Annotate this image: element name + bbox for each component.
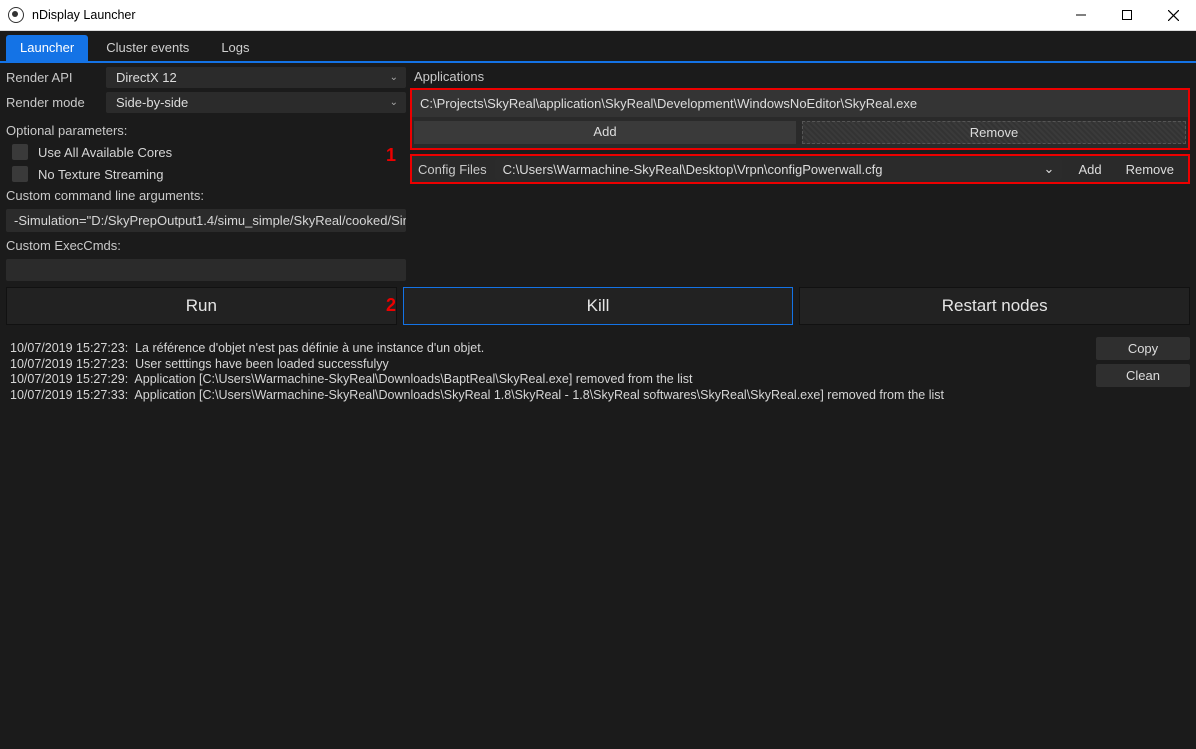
window-title: nDisplay Launcher bbox=[32, 8, 136, 22]
use-all-cores-label: Use All Available Cores bbox=[38, 145, 172, 160]
tab-strip: Launcher Cluster events Logs bbox=[0, 31, 1196, 63]
custom-cmd-input[interactable]: -Simulation="D:/SkyPrepOutput1.4/simu_si… bbox=[6, 209, 406, 232]
annotation-one: 1 bbox=[386, 145, 396, 166]
config-files-value: C:\Users\Warmachine-SkyReal\Desktop\Vrpn… bbox=[503, 162, 883, 177]
custom-exec-input[interactable] bbox=[6, 259, 406, 281]
run-button[interactable]: Run bbox=[6, 287, 397, 325]
no-texture-streaming-label: No Texture Streaming bbox=[38, 167, 164, 182]
tab-logs[interactable]: Logs bbox=[207, 35, 263, 61]
applications-box: C:\Projects\SkyReal\application\SkyReal\… bbox=[410, 88, 1190, 150]
config-files-label: Config Files bbox=[418, 162, 487, 177]
render-api-value: DirectX 12 bbox=[116, 70, 177, 85]
log-copy-button[interactable]: Copy bbox=[1096, 337, 1190, 360]
log-buttons: Copy Clean bbox=[1096, 337, 1190, 743]
window-controls bbox=[1058, 0, 1196, 30]
app-body: Launcher Cluster events Logs Render API … bbox=[0, 31, 1196, 749]
main-area: Render API DirectX 12 ⌄ Render mode Side… bbox=[0, 63, 1196, 281]
restart-nodes-button[interactable]: Restart nodes bbox=[799, 287, 1190, 325]
action-buttons: Run Kill Restart nodes bbox=[0, 281, 1196, 331]
applications-panel: Applications 1 C:\Projects\SkyReal\appli… bbox=[410, 67, 1190, 281]
render-api-select[interactable]: DirectX 12 ⌄ bbox=[106, 67, 406, 88]
chevron-down-icon: ⌄ bbox=[1044, 161, 1055, 177]
maximize-button[interactable] bbox=[1104, 0, 1150, 30]
applications-buttons: Add Remove bbox=[412, 117, 1188, 148]
applications-remove-button[interactable]: Remove bbox=[802, 121, 1186, 144]
log-clean-button[interactable]: Clean bbox=[1096, 364, 1190, 387]
custom-exec-label: Custom ExecCmds: bbox=[6, 238, 406, 253]
applications-add-button[interactable]: Add bbox=[414, 121, 796, 144]
kill-button[interactable]: Kill bbox=[403, 287, 794, 325]
config-files-row: Config Files C:\Users\Warmachine-SkyReal… bbox=[410, 154, 1190, 184]
optional-params-label: Optional parameters: bbox=[6, 123, 406, 138]
config-files-select[interactable]: C:\Users\Warmachine-SkyReal\Desktop\Vrpn… bbox=[495, 158, 1063, 180]
title-bar: nDisplay Launcher bbox=[0, 0, 1196, 31]
annotation-two: 2 bbox=[386, 295, 396, 316]
applications-list[interactable]: C:\Projects\SkyReal\application\SkyReal\… bbox=[412, 90, 1188, 117]
log-output[interactable]: 10/07/2019 15:27:23: La référence d'obje… bbox=[6, 337, 1088, 743]
no-texture-streaming-checkbox[interactable] bbox=[12, 166, 28, 182]
custom-cmd-label: Custom command line arguments: bbox=[6, 188, 406, 203]
app-icon bbox=[8, 7, 24, 23]
no-texture-streaming-row[interactable]: No Texture Streaming bbox=[6, 166, 406, 182]
chevron-down-icon: ⌄ bbox=[390, 72, 398, 83]
render-mode-select[interactable]: Side-by-side ⌄ bbox=[106, 92, 406, 113]
application-item[interactable]: C:\Projects\SkyReal\application\SkyReal\… bbox=[420, 96, 1180, 111]
minimize-button[interactable] bbox=[1058, 0, 1104, 30]
close-button[interactable] bbox=[1150, 0, 1196, 30]
applications-label: Applications bbox=[410, 67, 1190, 88]
config-add-button[interactable]: Add bbox=[1070, 160, 1109, 179]
config-remove-button[interactable]: Remove bbox=[1118, 160, 1182, 179]
chevron-down-icon: ⌄ bbox=[390, 97, 398, 108]
render-mode-value: Side-by-side bbox=[116, 95, 188, 110]
use-all-cores-checkbox[interactable] bbox=[12, 144, 28, 160]
settings-panel: Render API DirectX 12 ⌄ Render mode Side… bbox=[6, 67, 406, 281]
render-mode-label: Render mode bbox=[6, 95, 106, 110]
use-all-cores-row[interactable]: Use All Available Cores bbox=[6, 144, 406, 160]
tab-launcher[interactable]: Launcher bbox=[6, 35, 88, 61]
render-api-label: Render API bbox=[6, 70, 106, 85]
log-area: 10/07/2019 15:27:23: La référence d'obje… bbox=[0, 331, 1196, 749]
tab-cluster-events[interactable]: Cluster events bbox=[92, 35, 203, 61]
